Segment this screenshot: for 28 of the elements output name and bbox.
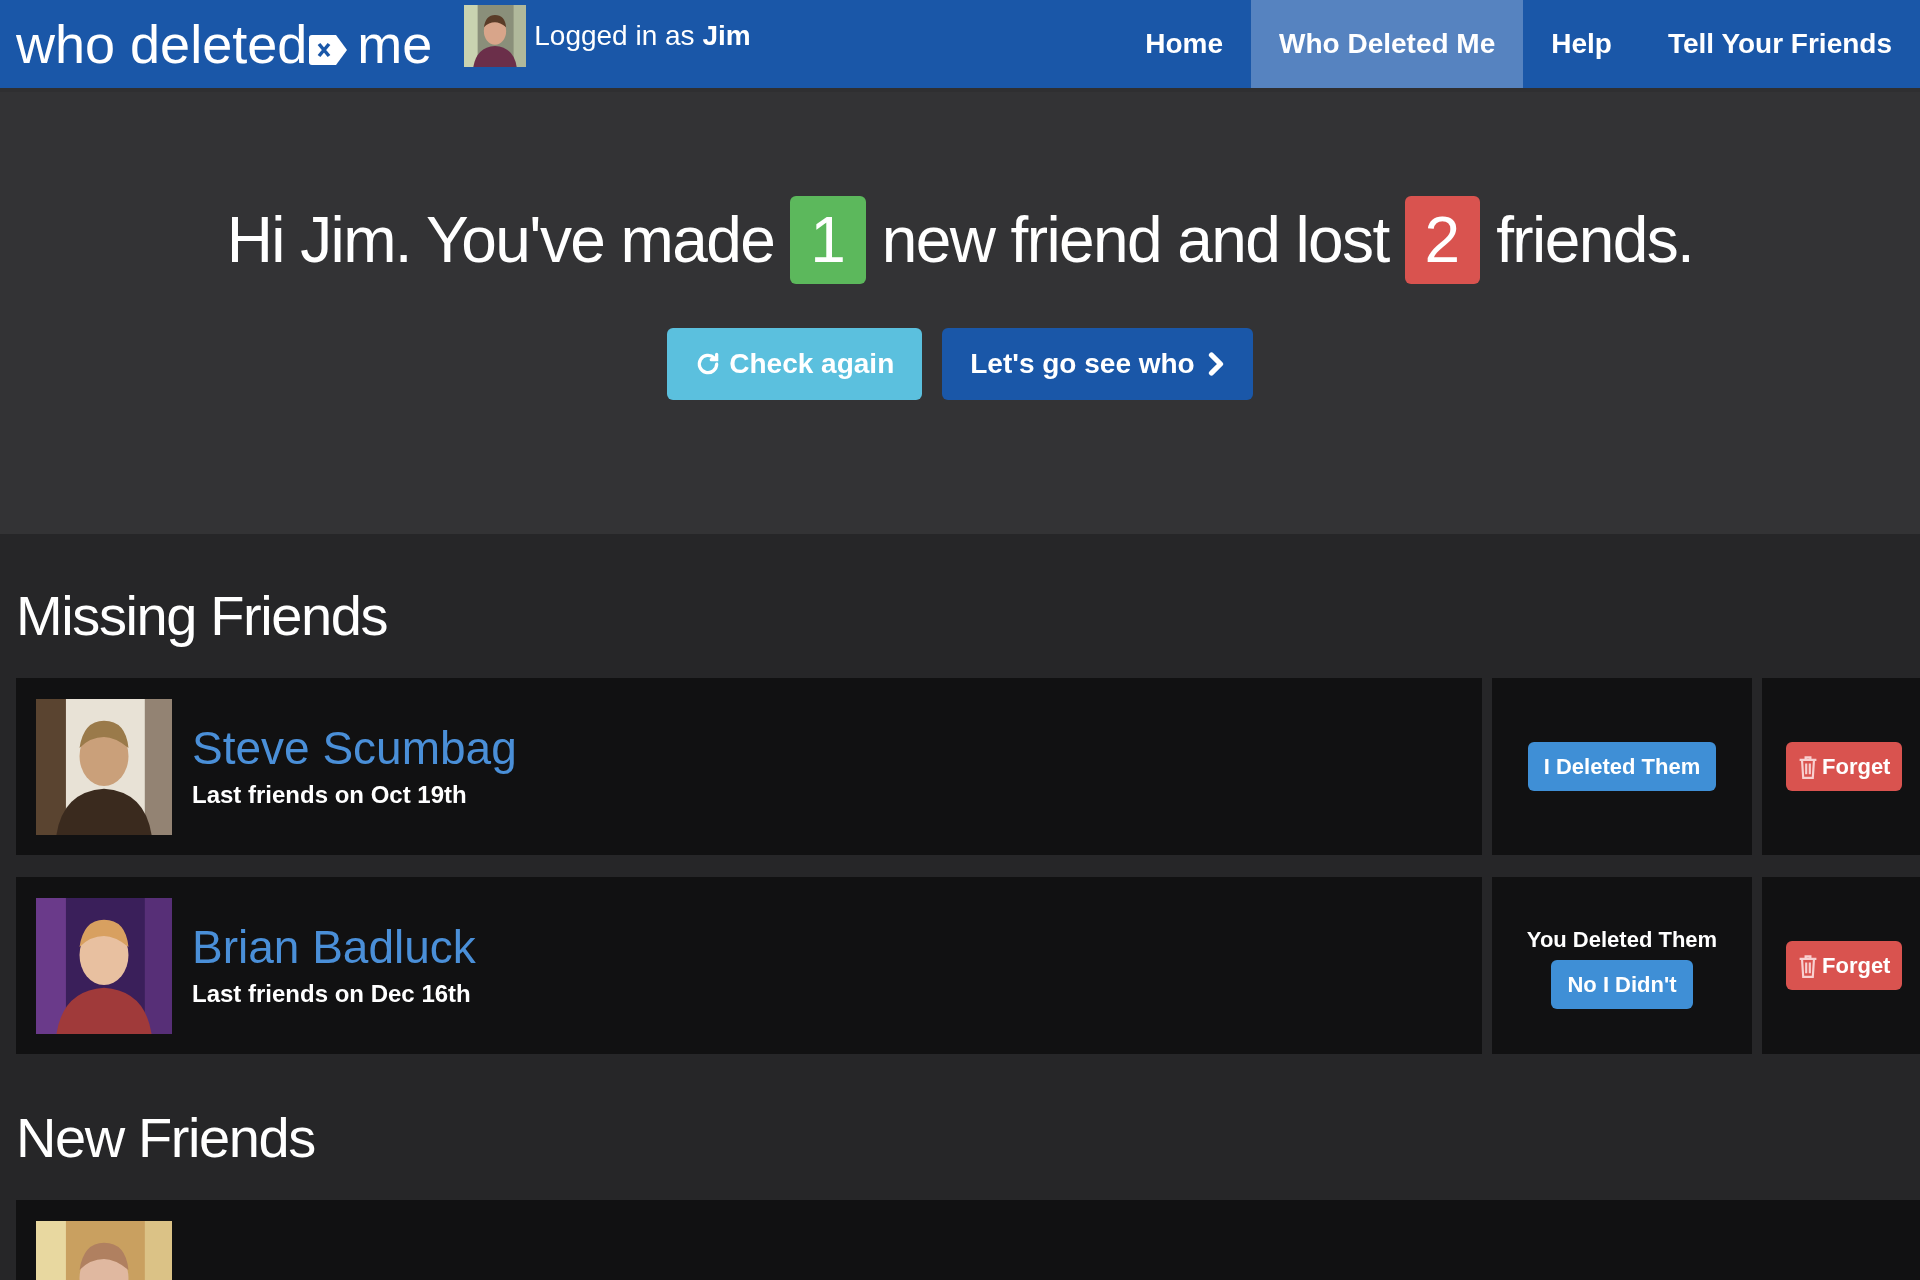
nav-tab[interactable]: Who Deleted Me: [1251, 0, 1524, 88]
count-badge: 2: [1404, 196, 1481, 284]
nav-tab[interactable]: Help: [1523, 0, 1640, 88]
chevron-right-icon: [1206, 352, 1225, 376]
no-i-didnt-button[interactable]: No I Didn't: [1551, 959, 1693, 1009]
section-heading: New Friends: [16, 1105, 316, 1171]
status-note: You Deleted Them: [1526, 925, 1718, 954]
forget-button[interactable]: Forget: [1786, 742, 1903, 791]
friend-name-link[interactable]: Brian Badluck: [192, 918, 476, 977]
see-who-button[interactable]: Let's go see who: [942, 328, 1253, 400]
logged-in-text: Logged in as Jim: [534, 19, 751, 53]
count-badge: 1: [790, 196, 866, 284]
nav-tab[interactable]: Tell Your Friends: [1639, 0, 1920, 88]
greeting-text: new friend and lost: [881, 203, 1389, 278]
greeting-text: Hi Jim. You've made: [226, 203, 775, 278]
trash-icon: [1798, 953, 1818, 978]
i-deleted-them-button[interactable]: I Deleted Them: [1527, 742, 1717, 791]
nav-tab[interactable]: Home: [1117, 0, 1252, 88]
last-friends-date: Last friends on Dec 16th: [192, 979, 472, 1010]
trash-icon: [1798, 754, 1818, 779]
friend-name-link[interactable]: Steve Scumbag: [192, 719, 517, 778]
tag-x-icon: [309, 35, 348, 65]
logo-text: who deleted: [16, 17, 308, 71]
logo-text: me: [357, 17, 433, 71]
greeting-text: friends.: [1496, 203, 1694, 278]
last-friends-date: Last friends on Oct 19th: [192, 780, 468, 811]
forget-button[interactable]: Forget: [1786, 941, 1903, 990]
section-heading: Missing Friends: [16, 583, 389, 649]
